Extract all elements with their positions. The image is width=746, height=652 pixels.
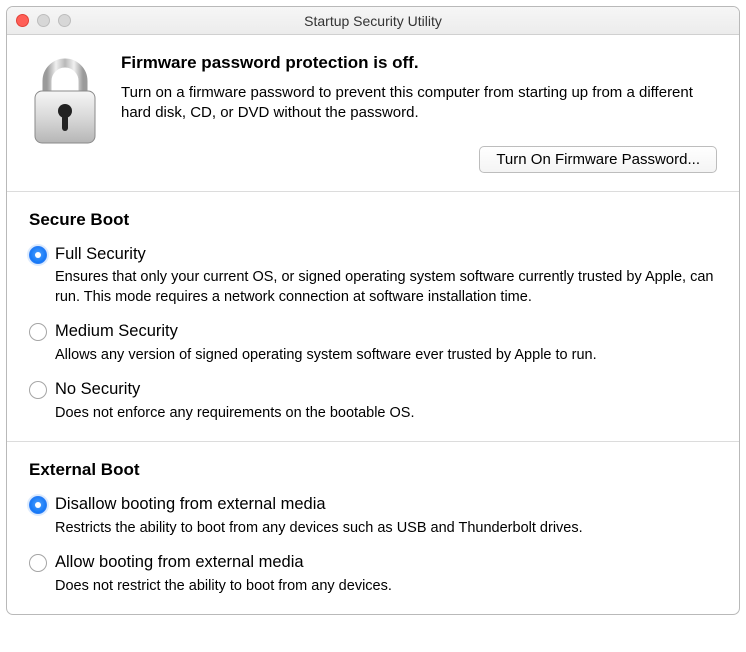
option-label: Medium Security [55,321,717,342]
option-label: Allow booting from external media [55,552,717,573]
option-description: Allows any version of signed operating s… [55,346,717,366]
firmware-heading: Firmware password protection is off. [121,53,717,73]
window-title: Startup Security Utility [304,13,442,29]
radio-no-security[interactable] [29,381,47,399]
secure-boot-option-medium[interactable]: Medium Security Allows any version of si… [29,321,717,365]
external-boot-section: External Boot Disallow booting from exte… [7,442,739,614]
firmware-section: Firmware password protection is off. Tur… [7,35,739,192]
radio-medium-security[interactable] [29,323,47,341]
secure-boot-option-none[interactable]: No Security Does not enforce any require… [29,379,717,423]
radio-allow-external[interactable] [29,554,47,572]
external-boot-option-allow[interactable]: Allow booting from external media Does n… [29,552,717,596]
secure-boot-option-full[interactable]: Full Security Ensures that only your cur… [29,244,717,308]
close-icon[interactable] [16,14,29,27]
radio-disallow-external[interactable] [29,496,47,514]
option-label: Full Security [55,244,717,265]
lock-icon [29,55,101,173]
external-boot-title: External Boot [29,460,717,480]
option-label: No Security [55,379,717,400]
secure-boot-title: Secure Boot [29,210,717,230]
window: Startup Security Utility [6,6,740,615]
option-description: Does not enforce any requirements on the… [55,404,717,424]
traffic-lights [16,14,71,27]
option-description: Does not restrict the ability to boot fr… [55,577,717,597]
radio-full-security[interactable] [29,246,47,264]
titlebar: Startup Security Utility [7,7,739,35]
option-label: Disallow booting from external media [55,494,717,515]
minimize-icon [37,14,50,27]
external-boot-option-disallow[interactable]: Disallow booting from external media Res… [29,494,717,538]
secure-boot-section: Secure Boot Full Security Ensures that o… [7,192,739,443]
maximize-icon [58,14,71,27]
firmware-description: Turn on a firmware password to prevent t… [121,83,717,124]
option-description: Ensures that only your current OS, or si… [55,268,717,307]
turn-on-firmware-password-button[interactable]: Turn On Firmware Password... [479,146,717,173]
option-description: Restricts the ability to boot from any d… [55,519,717,539]
